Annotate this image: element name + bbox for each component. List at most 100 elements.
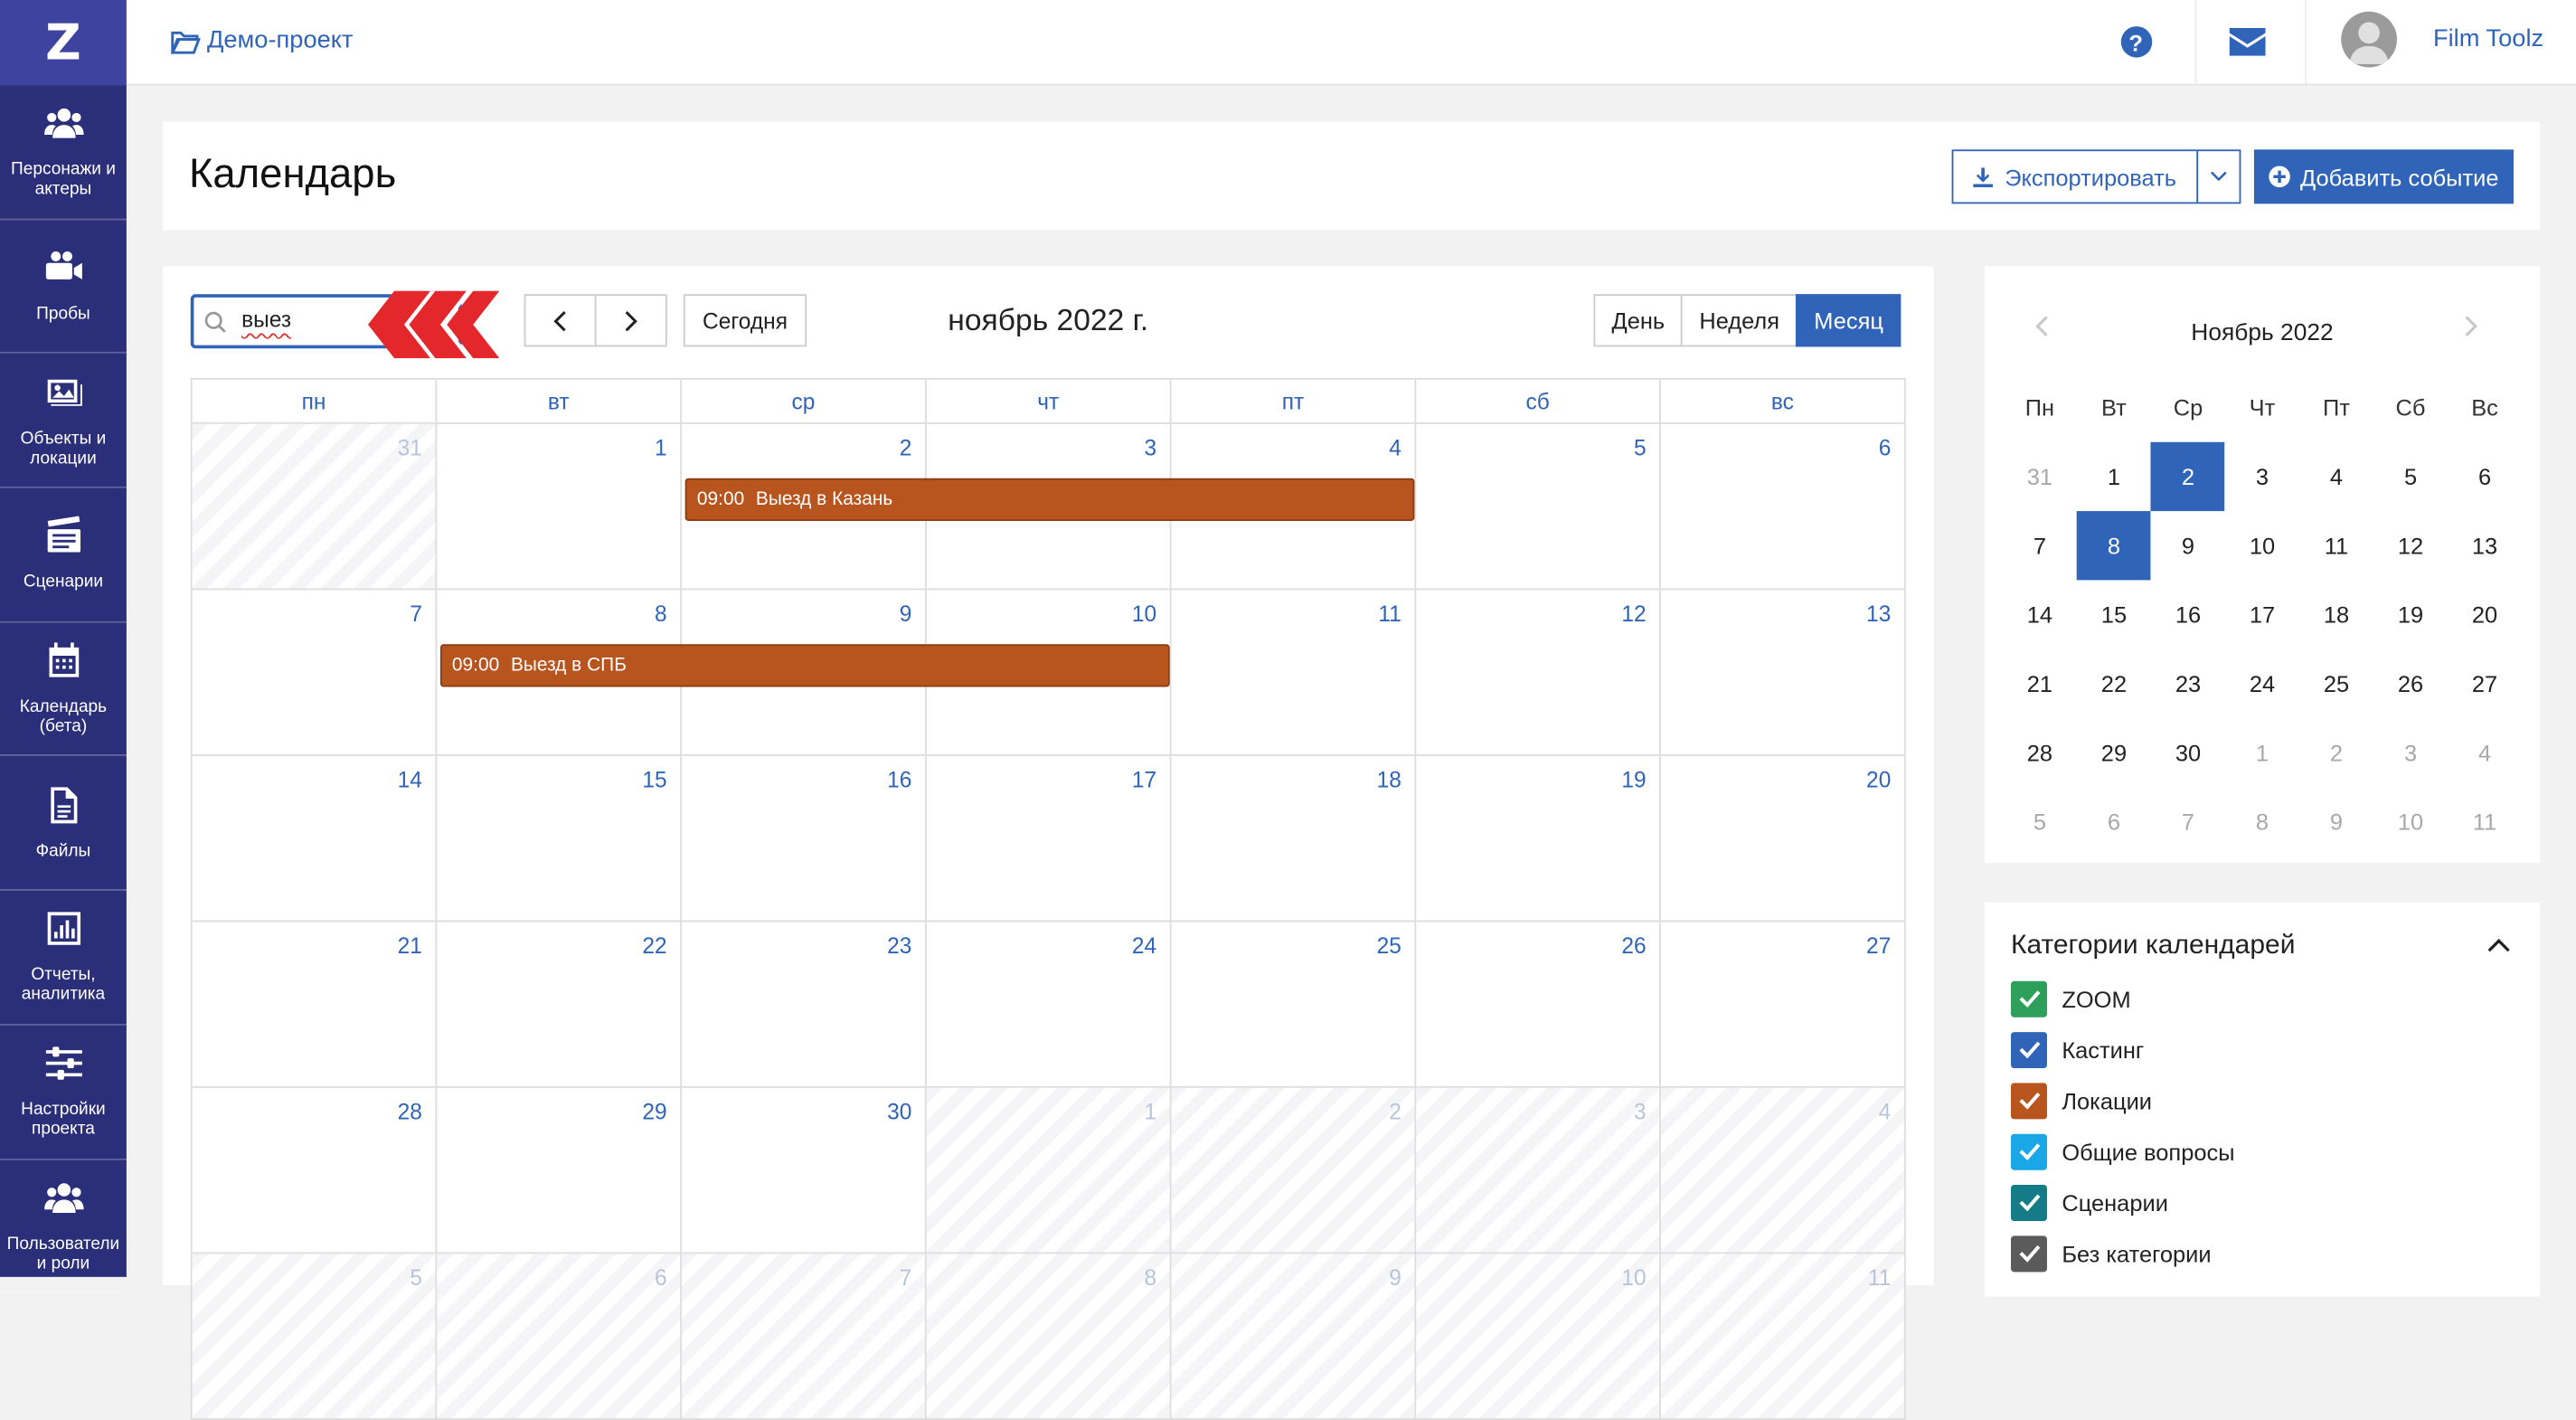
mini-day[interactable]: 26 bbox=[2373, 649, 2448, 718]
mini-day[interactable]: 10 bbox=[2225, 511, 2299, 580]
mini-day[interactable]: 13 bbox=[2448, 511, 2522, 580]
day-number[interactable]: 16 bbox=[887, 768, 911, 792]
project-link[interactable]: Демо-проект bbox=[170, 26, 353, 54]
mini-day[interactable]: 30 bbox=[2151, 718, 2225, 787]
day-number[interactable]: 9 bbox=[1389, 1265, 1401, 1290]
mini-day[interactable]: 29 bbox=[2077, 718, 2151, 787]
day-cell[interactable]: 30 bbox=[682, 1087, 927, 1254]
calendar-event[interactable]: 09:00 Выезд в Казань bbox=[685, 478, 1414, 521]
day-number[interactable]: 2 bbox=[900, 436, 912, 460]
day-cell[interactable]: 24 bbox=[926, 922, 1172, 1088]
day-number[interactable]: 21 bbox=[398, 933, 422, 958]
category-checkbox[interactable] bbox=[2011, 1082, 2047, 1119]
add-event-button[interactable]: Добавить событие bbox=[2253, 149, 2515, 204]
mini-day[interactable]: 9 bbox=[2299, 787, 2373, 856]
mini-day[interactable]: 6 bbox=[2448, 442, 2522, 511]
category-item[interactable]: Без категории bbox=[2011, 1227, 2235, 1278]
mini-day[interactable]: 11 bbox=[2448, 787, 2522, 856]
day-cell[interactable]: 2 bbox=[1171, 1087, 1417, 1254]
day-number[interactable]: 4 bbox=[1389, 436, 1401, 460]
mini-day[interactable]: 23 bbox=[2151, 649, 2225, 718]
day-number[interactable]: 18 bbox=[1377, 768, 1401, 792]
day-cell[interactable]: 6 bbox=[437, 1254, 683, 1420]
mini-day[interactable]: 2 bbox=[2299, 718, 2373, 787]
mini-day[interactable]: 8 bbox=[2225, 787, 2299, 856]
day-number[interactable]: 1 bbox=[655, 436, 667, 460]
mini-day[interactable]: 4 bbox=[2448, 718, 2522, 787]
category-item[interactable]: Локации bbox=[2011, 1074, 2235, 1125]
category-checkbox[interactable] bbox=[2011, 1235, 2047, 1272]
day-cell[interactable]: 1 bbox=[437, 423, 683, 591]
day-number[interactable]: 28 bbox=[398, 1100, 422, 1124]
day-cell[interactable]: 17 bbox=[926, 755, 1172, 923]
day-cell[interactable]: 29 bbox=[437, 1087, 683, 1254]
mini-day[interactable]: 15 bbox=[2077, 580, 2151, 648]
day-number[interactable]: 3 bbox=[1145, 436, 1157, 460]
day-number[interactable]: 11 bbox=[1868, 1265, 1891, 1290]
day-number[interactable]: 8 bbox=[1145, 1265, 1157, 1290]
day-number[interactable]: 15 bbox=[642, 768, 666, 792]
day-number[interactable]: 14 bbox=[398, 768, 422, 792]
mini-day[interactable]: 27 bbox=[2448, 649, 2522, 718]
sidebar-item-6[interactable]: Отчеты, аналитика bbox=[0, 891, 127, 1026]
mini-next-button[interactable] bbox=[2465, 316, 2478, 346]
next-month-button[interactable] bbox=[594, 294, 667, 347]
day-cell[interactable]: 6 bbox=[1660, 423, 1906, 591]
avatar[interactable] bbox=[2341, 11, 2398, 68]
view-button-0[interactable]: День bbox=[1593, 294, 1684, 347]
category-item[interactable]: ZOOM bbox=[2011, 973, 2235, 1024]
day-number[interactable]: 5 bbox=[410, 1265, 422, 1290]
day-cell[interactable]: 14 bbox=[192, 755, 438, 923]
sidebar-item-3[interactable]: Сценарии bbox=[0, 488, 127, 623]
day-number[interactable]: 11 bbox=[1378, 601, 1401, 626]
day-number[interactable]: 27 bbox=[1866, 933, 1891, 958]
day-cell[interactable]: 31 bbox=[192, 423, 438, 591]
category-item[interactable]: Сценарии bbox=[2011, 1177, 2235, 1227]
mini-day[interactable]: 7 bbox=[2151, 787, 2225, 856]
export-dropdown-button[interactable] bbox=[2196, 149, 2241, 204]
day-cell[interactable]: 19 bbox=[1416, 755, 1661, 923]
today-button[interactable]: Сегодня bbox=[683, 294, 807, 347]
mini-day[interactable]: 2 bbox=[2150, 441, 2225, 512]
sidebar-item-2[interactable]: Объекты и локации bbox=[0, 354, 127, 488]
sidebar-item-0[interactable]: Персонажи и актеры bbox=[0, 85, 127, 220]
mini-day[interactable]: 5 bbox=[2373, 442, 2448, 511]
user-name[interactable]: Film Toolz bbox=[2433, 24, 2543, 52]
mini-day[interactable]: 22 bbox=[2077, 649, 2151, 718]
day-cell[interactable]: 15 bbox=[437, 755, 683, 923]
day-cell[interactable]: 7 bbox=[682, 1254, 927, 1420]
sidebar-item-5[interactable]: Файлы bbox=[0, 757, 127, 892]
app-logo[interactable]: Z bbox=[0, 0, 127, 86]
day-cell[interactable]: 16 bbox=[682, 755, 927, 923]
day-number[interactable]: 7 bbox=[900, 1265, 912, 1290]
mini-day[interactable]: 31 bbox=[2003, 442, 2077, 511]
category-checkbox[interactable] bbox=[2011, 1132, 2047, 1169]
day-cell[interactable]: 7 bbox=[192, 590, 438, 756]
mini-day[interactable]: 24 bbox=[2225, 649, 2299, 718]
mini-day[interactable]: 10 bbox=[2373, 787, 2448, 856]
mini-day[interactable]: 21 bbox=[2003, 649, 2077, 718]
day-cell[interactable]: 28 bbox=[192, 1087, 438, 1254]
day-number[interactable]: 31 bbox=[398, 436, 422, 460]
day-number[interactable]: 1 bbox=[1145, 1100, 1157, 1124]
day-number[interactable]: 10 bbox=[1621, 1265, 1646, 1290]
mini-day[interactable]: 7 bbox=[2003, 511, 2077, 580]
category-checkbox[interactable] bbox=[2011, 980, 2047, 1017]
day-cell[interactable]: 9 bbox=[1171, 1254, 1417, 1420]
mini-day[interactable]: 16 bbox=[2151, 580, 2225, 648]
day-cell[interactable]: 1 bbox=[926, 1087, 1172, 1254]
mini-day[interactable]: 3 bbox=[2373, 718, 2448, 787]
mini-day[interactable]: 3 bbox=[2225, 442, 2299, 511]
day-cell[interactable]: 5 bbox=[192, 1254, 438, 1420]
day-cell[interactable]: 10 bbox=[1416, 1254, 1661, 1420]
category-item[interactable]: Кастинг bbox=[2011, 1024, 2235, 1074]
messages-button[interactable] bbox=[2213, 0, 2281, 84]
day-cell[interactable]: 13 bbox=[1660, 590, 1906, 756]
mini-day[interactable]: 14 bbox=[2003, 580, 2077, 648]
chevron-up-icon[interactable] bbox=[2487, 933, 2510, 956]
export-button[interactable]: Экспортировать bbox=[1951, 149, 2199, 204]
view-button-2[interactable]: Месяц bbox=[1796, 294, 1901, 347]
day-cell[interactable]: 11 bbox=[1171, 590, 1417, 756]
day-number[interactable]: 17 bbox=[1132, 768, 1156, 792]
day-number[interactable]: 12 bbox=[1621, 601, 1646, 626]
